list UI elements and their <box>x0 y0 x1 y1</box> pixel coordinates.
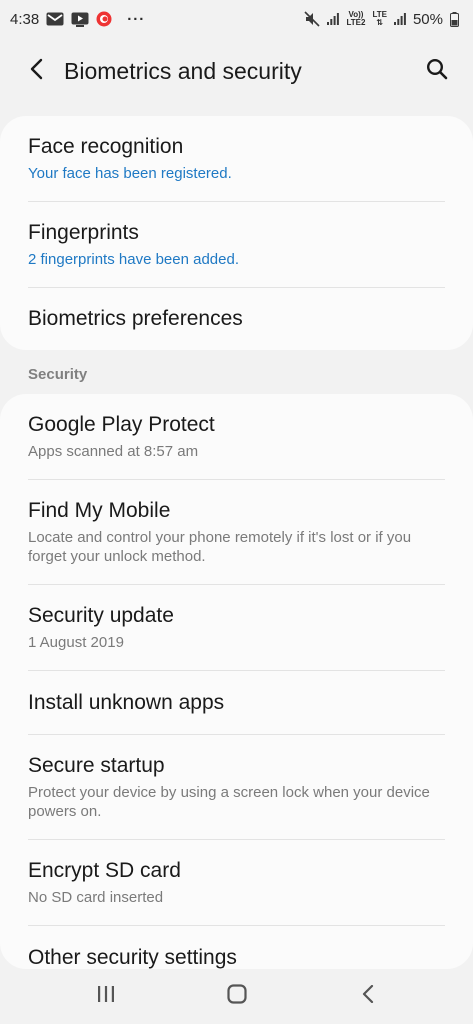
status-more-dots: ··· <box>127 10 146 28</box>
item-title: Security update <box>28 604 174 627</box>
navigation-bar <box>0 969 473 1024</box>
item-subtitle: 2 fingerprints have been added. <box>28 251 239 268</box>
item-title: Install unknown apps <box>28 691 225 714</box>
status-time: 4:38 <box>10 10 40 28</box>
app-notification-icon <box>96 11 112 27</box>
security-card: Google Play Protect Apps scanned at 8:57… <box>0 394 473 969</box>
item-title: Face recognition <box>28 135 184 158</box>
item-title: Find My Mobile <box>28 499 171 522</box>
back-button[interactable] <box>8 43 64 99</box>
find-my-mobile-item[interactable]: Find My Mobile Locate and control your p… <box>0 480 473 585</box>
home-button[interactable] <box>207 972 267 1022</box>
item-subtitle: Apps scanned at 8:57 am <box>28 443 199 460</box>
media-icon <box>71 12 89 27</box>
app-bar: Biometrics and security <box>0 38 473 104</box>
volte-indicator: Vo)) LTE2 <box>346 11 365 27</box>
security-update-item[interactable]: Security update 1 August 2019 <box>0 585 473 671</box>
signal-icon <box>327 13 340 25</box>
item-title: Fingerprints <box>28 221 139 244</box>
back-arrow-icon <box>29 58 43 85</box>
nav-back-icon <box>362 984 374 1008</box>
mute-icon <box>304 11 321 27</box>
item-title: Google Play Protect <box>28 413 215 436</box>
gmail-icon <box>46 12 64 26</box>
lte-indicator: LTE ⇅ <box>372 11 387 27</box>
face-recognition-item[interactable]: Face recognition Your face has been regi… <box>0 116 473 202</box>
signal-icon-2 <box>393 13 406 25</box>
page-title: Biometrics and security <box>64 57 302 84</box>
item-subtitle: Your face has been registered. <box>28 165 232 182</box>
search-icon <box>426 58 448 85</box>
item-title: Biometrics preferences <box>28 307 243 330</box>
install-unknown-apps-item[interactable]: Install unknown apps <box>0 671 473 735</box>
item-title: Encrypt SD card <box>28 859 181 882</box>
biometrics-preferences-item[interactable]: Biometrics preferences <box>0 288 473 350</box>
biometrics-card: Face recognition Your face has been regi… <box>0 116 473 350</box>
item-title: Other security settings <box>28 946 237 969</box>
search-button[interactable] <box>409 43 465 99</box>
lte2-label: LTE2 <box>346 18 366 27</box>
home-icon <box>226 984 247 1009</box>
other-security-settings-item[interactable]: Other security settings <box>0 926 473 969</box>
item-subtitle: No SD card inserted <box>28 889 164 906</box>
item-subtitle: 1 August 2019 <box>28 634 124 651</box>
recents-button[interactable] <box>76 972 136 1022</box>
data-arrows-icon: ⇅ <box>376 18 384 27</box>
item-subtitle: Protect your device by using a screen lo… <box>28 784 430 820</box>
google-play-protect-item[interactable]: Google Play Protect Apps scanned at 8:57… <box>0 394 473 480</box>
encrypt-sd-card-item[interactable]: Encrypt SD card No SD card inserted <box>0 840 473 926</box>
section-header-security: Security <box>28 366 88 383</box>
item-title: Secure startup <box>28 754 165 777</box>
item-subtitle: Locate and control your phone remotely i… <box>28 529 412 565</box>
status-bar: 4:38 ··· Vo)) LTE2 LTE ⇅ 50% <box>0 0 473 38</box>
recents-icon <box>97 986 115 1007</box>
fingerprints-item[interactable]: Fingerprints 2 fingerprints have been ad… <box>0 202 473 288</box>
battery-percent: 50% <box>412 10 443 28</box>
secure-startup-item[interactable]: Secure startup Protect your device by us… <box>0 735 473 840</box>
nav-back-button[interactable] <box>338 972 398 1022</box>
battery-icon <box>450 11 459 27</box>
